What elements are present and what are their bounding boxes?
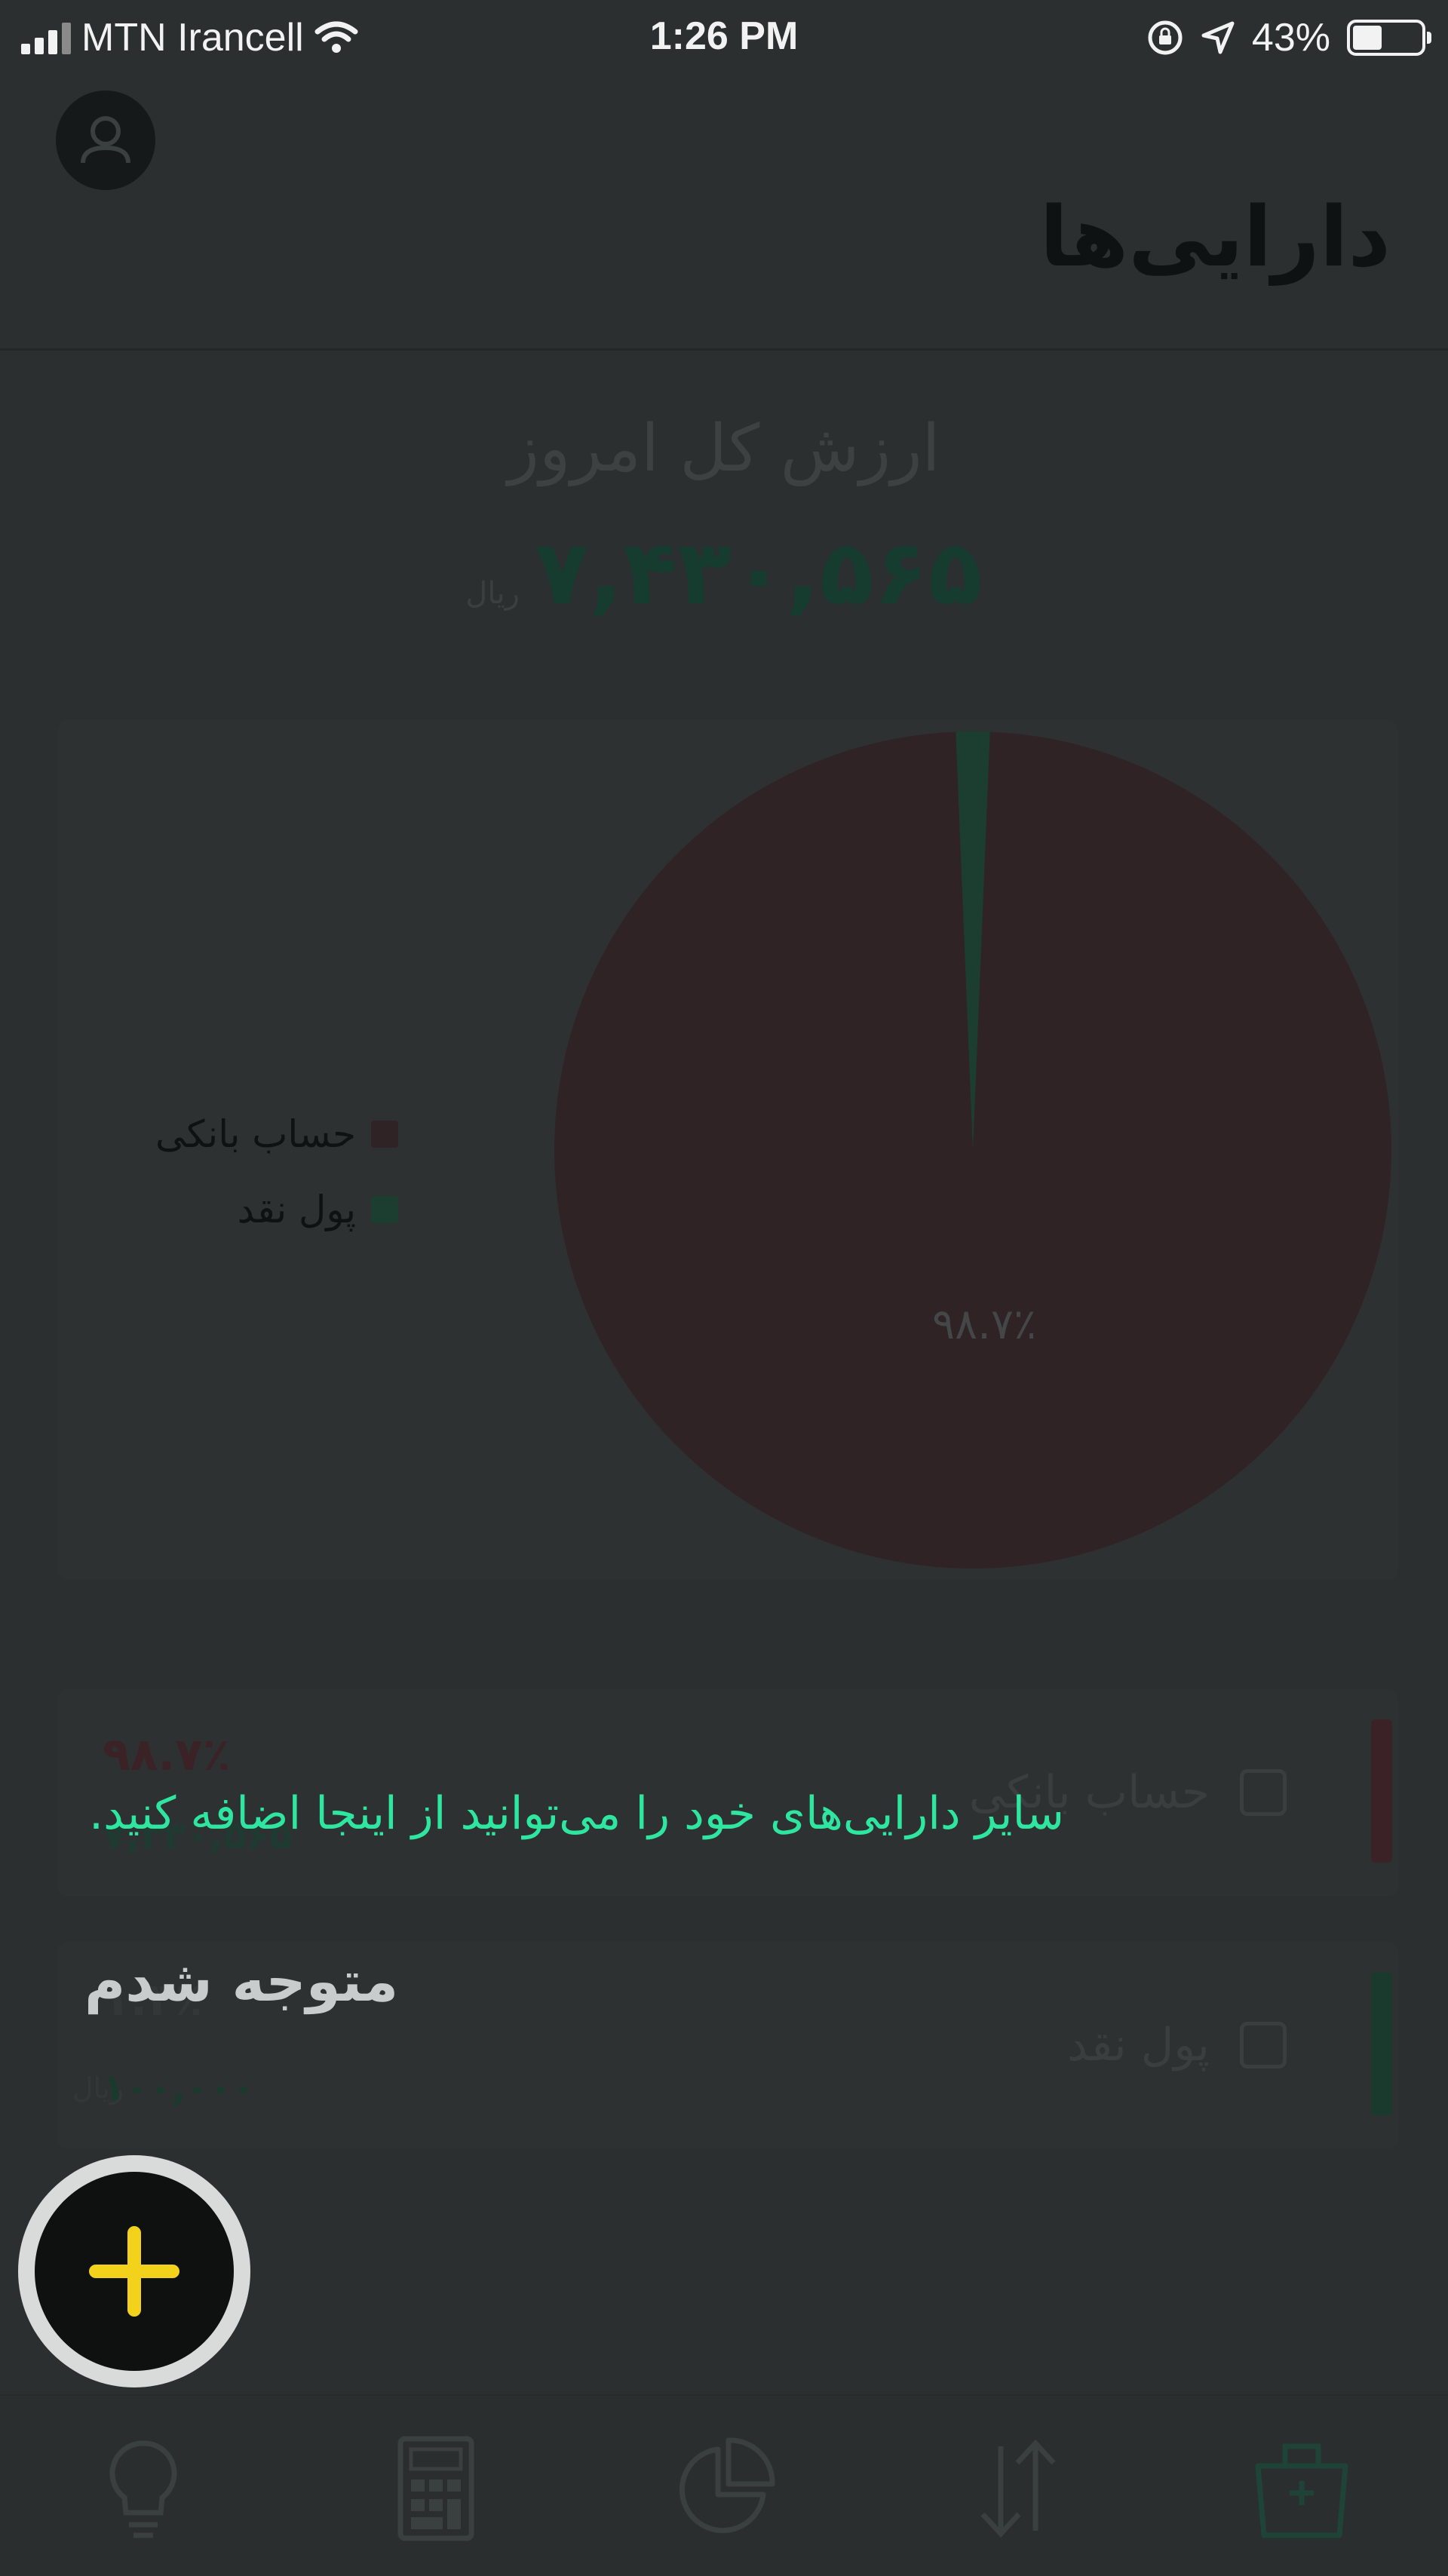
total-amount: ۷,۴۳۰,۵۶۵	[534, 520, 983, 624]
legend-item-cash: پول نقد	[155, 1188, 399, 1231]
lightbulb-icon	[109, 2440, 177, 2538]
legend-swatch-bank	[371, 1121, 399, 1148]
asset-color-bar	[1371, 1972, 1392, 2115]
legend-swatch-cash	[371, 1196, 399, 1223]
tab-insights[interactable]	[60, 2417, 226, 2560]
chart-card: حساب بانکی پول نقد ۹۸.۷٪	[57, 720, 1398, 1580]
asset-unit: ریال	[72, 2072, 124, 2105]
pie-chart: ۹۸.۷٪	[554, 731, 1391, 1569]
battery-icon	[1347, 20, 1431, 56]
checkbox-icon[interactable]	[1240, 1769, 1287, 1816]
battery-percent: 43%	[1251, 16, 1330, 60]
status-bar: MTN Irancell 1:26 PM 43%	[0, 0, 1448, 75]
pie-chart-icon	[679, 2437, 775, 2534]
asset-name: پول نقد	[1067, 2019, 1210, 2072]
legend-label-bank: حساب بانکی	[155, 1112, 357, 1156]
tab-reports[interactable]	[641, 2417, 807, 2560]
bottom-tab-bar	[0, 2394, 1448, 2576]
dismiss-button[interactable]: متوجه شدم	[84, 1949, 398, 2014]
pie-slice-label: ۹۸.۷٪	[932, 1300, 1036, 1349]
profile-button[interactable]	[56, 90, 155, 190]
location-arrow-icon	[1201, 21, 1235, 54]
briefcase-icon	[1255, 2443, 1348, 2538]
legend-label-cash: پول نقد	[237, 1188, 357, 1231]
user-icon	[81, 116, 130, 164]
total-value-label: ارزش کل امروز	[508, 411, 940, 486]
tab-assets[interactable]	[1219, 2417, 1385, 2560]
asset-amount: ۱۰۰,۰۰۰	[103, 2066, 256, 2110]
status-right: 43%	[1146, 14, 1431, 62]
calculator-icon	[397, 2436, 474, 2541]
tab-transactions[interactable]	[935, 2417, 1101, 2560]
legend-item-bank: حساب بانکی	[155, 1112, 399, 1156]
asset-percent: ۹۸.۷٪	[103, 1728, 231, 1781]
checkbox-icon[interactable]	[1240, 2022, 1287, 2068]
chart-legend: حساب بانکی پول نقد	[155, 1112, 399, 1231]
total-value: ریال ۷,۴۳۰,۵۶۵	[0, 520, 1448, 624]
tab-calculator[interactable]	[353, 2417, 519, 2560]
header-divider	[0, 348, 1448, 351]
page-title: دارایی‌ها	[1039, 189, 1391, 285]
add-asset-button[interactable]	[35, 2172, 234, 2371]
orientation-lock-icon	[1148, 20, 1183, 55]
coach-message: سایر دارایی‌های خود را می‌توانید از اینج…	[89, 1787, 1065, 1840]
transfer-arrows-icon	[980, 2439, 1056, 2538]
asset-color-bar	[1371, 1719, 1392, 1863]
plus-icon	[89, 2226, 179, 2317]
total-unit: ریال	[465, 576, 520, 611]
